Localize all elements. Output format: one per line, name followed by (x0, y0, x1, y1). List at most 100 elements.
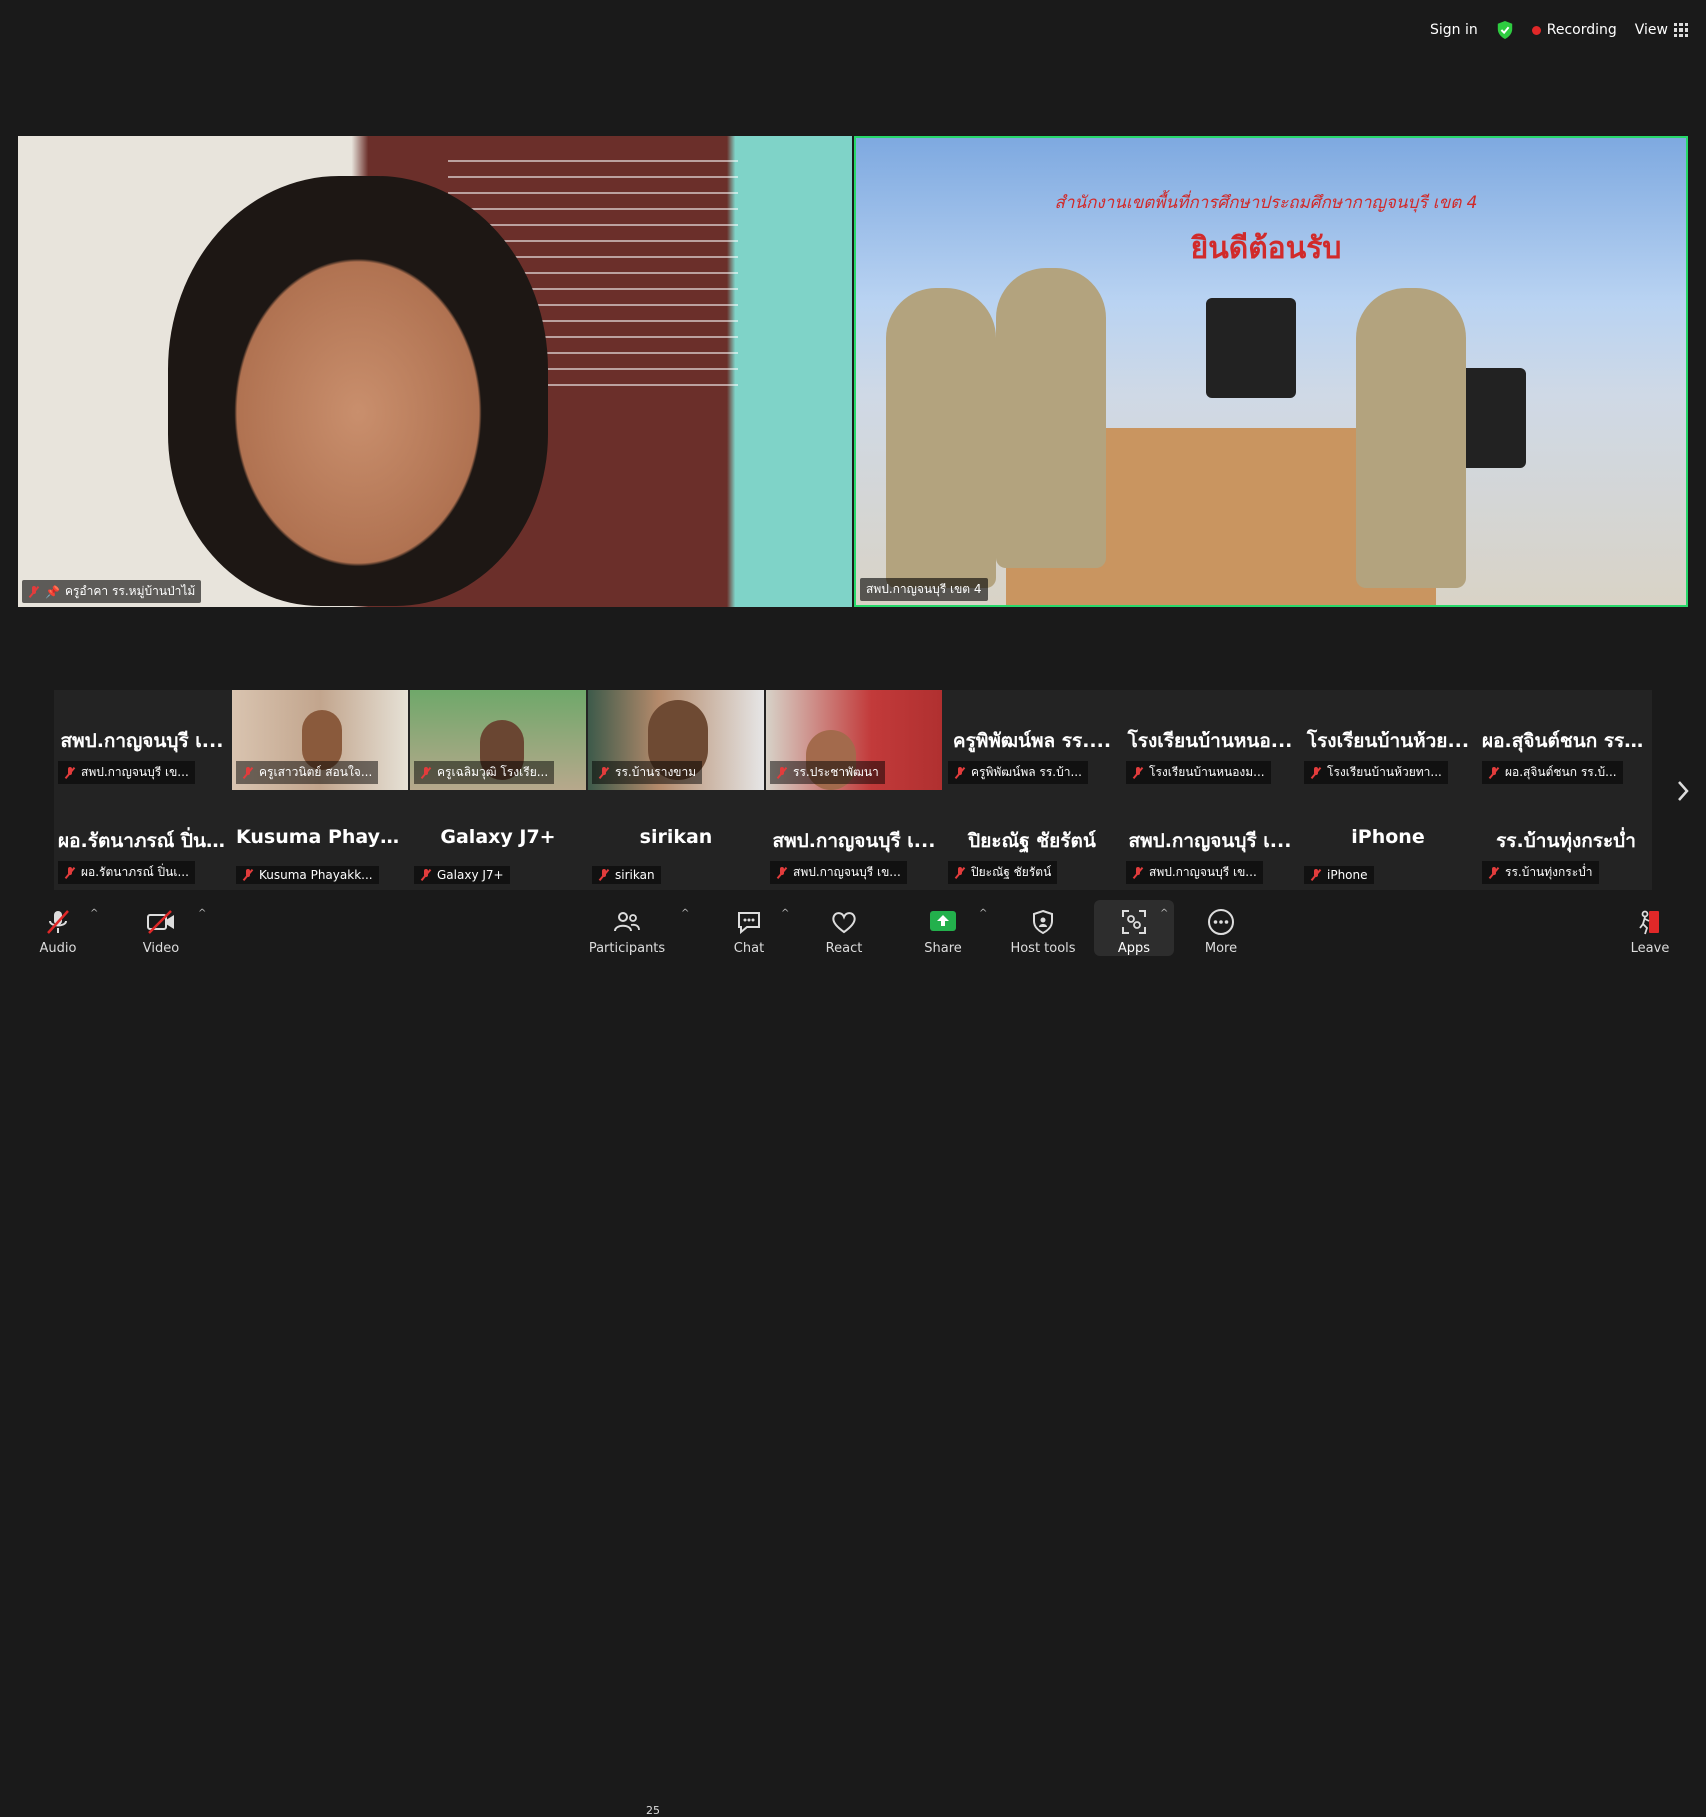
gallery-tile[interactable]: Galaxy J7+ Galaxy J7+ (410, 790, 586, 890)
recording-dot-icon (1531, 25, 1541, 35)
video-off-icon (146, 907, 176, 937)
mic-muted-icon (28, 585, 40, 598)
react-button[interactable]: React (808, 900, 880, 956)
gallery-tile[interactable]: iPhone iPhone (1300, 790, 1476, 890)
participants-button[interactable]: Participants (588, 900, 666, 956)
gallery-tile[interactable]: ผอ.สุจินต์ชนก รร.... ผอ.สุจินต์ชนก รร.บ้… (1478, 690, 1654, 790)
leave-label: Leave (1630, 941, 1670, 956)
mic-muted-icon (598, 766, 610, 779)
chat-icon (734, 907, 764, 937)
share-options-caret-icon[interactable]: ^ (979, 908, 987, 919)
apps-options-caret-icon[interactable]: ^ (1160, 908, 1168, 919)
sign-in-button[interactable]: Sign in (1430, 22, 1478, 38)
host-tools-button[interactable]: Host tools (1005, 900, 1081, 956)
tile-name: ครูเสาวนิตย์ สอนใจ... (259, 765, 373, 779)
audio-options-caret-icon[interactable]: ^ (90, 908, 98, 919)
tile-name-tag: สพป.กาญจนบุรี เข... (770, 861, 907, 884)
video-button[interactable]: Video (125, 900, 197, 956)
share-button[interactable]: Share (907, 900, 979, 956)
participant-name: ครูอำคา รร.หมู่บ้านป่าไม้ (64, 584, 196, 598)
grid-view-icon (1674, 23, 1688, 37)
tile-name: โรงเรียนบ้านหนองม... (1149, 765, 1265, 779)
recording-indicator[interactable]: Recording (1531, 22, 1617, 38)
audio-label: Audio (39, 941, 77, 956)
tile-name-tag: ครูพิพัฒน์พล รร.บ้า... (948, 761, 1088, 784)
mic-muted-icon (1488, 866, 1500, 879)
video-name-tag: 📌 ครูอำคา รร.หมู่บ้านป่าไม้ (22, 580, 202, 603)
participants-icon (612, 907, 642, 937)
view-button[interactable]: View (1635, 22, 1688, 38)
mic-muted-icon (598, 869, 610, 881)
gallery-tile[interactable]: รร.ประชาพัฒนา (766, 690, 942, 790)
participants-options-caret-icon[interactable]: ^ (681, 908, 689, 919)
tile-display-name: รร.บ้านทุ่งกระบ่ำ (1496, 830, 1636, 852)
gallery-tile[interactable]: ครูเสาวนิตย์ สอนใจ... (232, 690, 408, 790)
gallery-tile[interactable]: ผอ.รัตนาภรณ์ ปิ่น... ผอ.รัตนาภรณ์ ปิ่นเ.… (54, 790, 230, 890)
tile-name: สพป.กาญจนบุรี เข... (793, 865, 901, 879)
tile-name-tag: ครูเฉลิมวุฒิ โรงเรีย... (414, 761, 555, 784)
tile-name: iPhone (1327, 868, 1368, 882)
sign-in-label: Sign in (1429, 22, 1478, 38)
meeting-toolbar: Audio ^ Video ^ Participants 25 ^ Chat ^… (0, 894, 1706, 1817)
person-figure (1356, 288, 1466, 588)
more-label: More (1204, 941, 1238, 956)
leave-button[interactable]: Leave (1614, 900, 1686, 956)
tile-display-name: ผอ.รัตนาภรณ์ ปิ่น... (58, 830, 228, 852)
next-page-chevron-icon[interactable] (1676, 779, 1690, 803)
tile-name: ปิยะณัฐ ชัยรัตน์ (971, 865, 1052, 879)
gallery-tile[interactable]: รร.บ้านรางขาม (588, 690, 764, 790)
tile-display-name: ครูพิพัฒน์พล รร.... (952, 730, 1112, 752)
tile-name-tag: ผอ.รัตนาภรณ์ ปิ่นเ... (58, 861, 195, 884)
video-tile-right-active-speaker[interactable]: สำนักงานเขตพื้นที่การศึกษาประถมศึกษากาญจ… (854, 136, 1688, 607)
gallery-tile[interactable]: ปิยะณัฐ ชัยรัตน์ ปิยะณัฐ ชัยรัตน์ (944, 790, 1120, 890)
video-name-tag: สพป.กาญจนบุรี เขต 4 (860, 578, 988, 601)
tile-display-name: ปิยะณัฐ ชัยรัตน์ (968, 830, 1096, 852)
tile-name: Kusuma Phayakk... (259, 868, 373, 882)
tile-display-name: Kusuma Phayak... (236, 826, 408, 848)
mic-muted-icon (776, 766, 788, 779)
tile-name-tag: Galaxy J7+ (414, 866, 510, 884)
gallery-tile[interactable]: รร.บ้านทุ่งกระบ่ำ รร.บ้านทุ่งกระบ่ำ (1478, 790, 1654, 890)
mic-muted-icon (776, 866, 788, 879)
mic-muted-icon (242, 766, 254, 779)
tile-name-tag: สพป.กาญจนบุรี เข... (58, 761, 195, 784)
apps-label: Apps (1117, 941, 1151, 956)
pin-icon: 📌 (45, 584, 60, 599)
chat-button[interactable]: Chat (713, 900, 785, 956)
share-label: Share (924, 941, 962, 956)
gallery-tile[interactable]: sirikan sirikan (588, 790, 764, 890)
participant-video-feed (168, 176, 548, 606)
gallery-tile[interactable]: โรงเรียนบ้านห้วย... โรงเรียนบ้านห้วยทา..… (1300, 690, 1476, 790)
tile-name-tag: ครูเสาวนิตย์ สอนใจ... (236, 761, 379, 784)
gallery-tile[interactable]: สพป.กาญจนบุรี เ... สพป.กาญจนบุรี เข... (766, 790, 942, 890)
view-label: View (1634, 22, 1668, 38)
mic-muted-icon (420, 869, 432, 881)
tile-name-tag: ผอ.สุจินต์ชนก รร.บ้... (1482, 761, 1623, 784)
gallery-tile[interactable]: Kusuma Phayak... Kusuma Phayakk... (232, 790, 408, 890)
chat-options-caret-icon[interactable]: ^ (781, 908, 789, 919)
tile-name: ครูเฉลิมวุฒิ โรงเรีย... (437, 765, 549, 779)
tile-name-tag: ปิยะณัฐ ชัยรัตน์ (948, 861, 1058, 884)
audio-button[interactable]: Audio (22, 900, 94, 956)
gallery-tile[interactable]: ครูพิพัฒน์พล รร.... ครูพิพัฒน์พล รร.บ้า.… (944, 690, 1120, 790)
participants-label: Participants (588, 941, 666, 956)
tile-name-tag: รร.บ้านทุ่งกระบ่ำ (1482, 861, 1599, 884)
top-bar: Sign in Recording View (1430, 20, 1688, 40)
more-button[interactable]: More (1185, 900, 1257, 956)
tile-name: สพป.กาญจนบุรี เข... (81, 765, 189, 779)
office-chair (1206, 298, 1296, 398)
gallery-strip: สพป.กาญจนบุรี เ... สพป.กาญจนบุรี เข... ค… (54, 690, 1654, 890)
tile-display-name: โรงเรียนบ้านห้วย... (1306, 730, 1470, 752)
gallery-tile[interactable]: โรงเรียนบ้านหนอ... โรงเรียนบ้านหนองม... (1122, 690, 1298, 790)
gallery-tile[interactable]: ครูเฉลิมวุฒิ โรงเรีย... (410, 690, 586, 790)
video-tile-left[interactable]: 📌 ครูอำคา รร.หมู่บ้านป่าไม้ (18, 136, 852, 607)
mic-muted-icon (1132, 866, 1144, 879)
gallery-tile[interactable]: สพป.กาญจนบุรี เ... สพป.กาญจนบุรี เข... (54, 690, 230, 790)
recording-label: Recording (1546, 22, 1617, 38)
mic-muted-icon (1310, 766, 1322, 779)
tile-name: รร.ประชาพัฒนา (793, 765, 879, 779)
encryption-shield[interactable] (1496, 20, 1514, 40)
video-options-caret-icon[interactable]: ^ (198, 908, 206, 919)
mic-muted-icon (1310, 869, 1322, 881)
gallery-tile[interactable]: สพป.กาญจนบุรี เ... สพป.กาญจนบุรี เข... (1122, 790, 1298, 890)
